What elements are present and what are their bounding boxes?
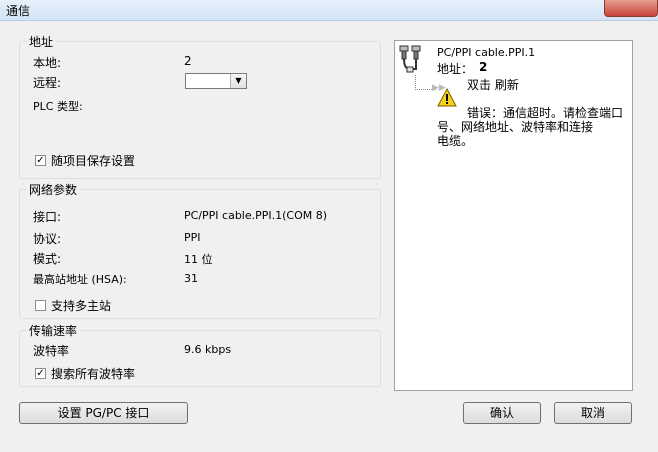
- window-title: 通信: [6, 4, 31, 18]
- network-tree-panel[interactable]: PC/PPI cable.PPI.1 地址： 2 ▶▶ 双击 刷新 错误：通信超…: [394, 40, 633, 391]
- device-address-label: 地址：: [437, 62, 474, 76]
- ppi-cable-icon: [399, 45, 427, 75]
- address-group: 地址 本地: 2 远程: ▼ PLC 类型: ✓ 随项目保存设置: [19, 33, 381, 179]
- title-bar: 通信: [0, 0, 658, 21]
- address-group-title: 地址: [26, 33, 57, 50]
- mode-label: 模式:: [33, 252, 62, 266]
- multi-master-label[interactable]: 支持多主站: [51, 297, 111, 314]
- remote-label: 远程:: [33, 76, 62, 90]
- network-group: 网络参数 接口: PC/PPI cable.PPI.1(COM 8) 协议: P…: [19, 181, 381, 319]
- multi-master-checkbox[interactable]: [35, 300, 46, 311]
- ok-button[interactable]: 确认: [463, 402, 541, 424]
- save-with-project-checkbox[interactable]: ✓: [35, 155, 46, 166]
- error-text-line-3: 电缆。: [437, 134, 474, 148]
- dialog-body: 地址 本地: 2 远程: ▼ PLC 类型: ✓ 随项目保存设置 网络参数 接口…: [0, 21, 658, 452]
- baud-group-title: 传输速率: [26, 322, 81, 339]
- interface-label: 接口:: [33, 210, 62, 224]
- network-group-title: 网络参数: [26, 181, 81, 198]
- protocol-value: PPI: [184, 231, 201, 244]
- refresh-label[interactable]: 双击 刷新: [467, 76, 519, 93]
- device-name: PC/PPI cable.PPI.1: [437, 46, 536, 59]
- local-label: 本地:: [33, 56, 62, 70]
- hsa-value: 31: [184, 272, 198, 285]
- save-with-project-label[interactable]: 随项目保存设置: [51, 152, 135, 169]
- cancel-button[interactable]: 取消: [554, 402, 632, 424]
- mode-value: 11 位: [184, 253, 213, 266]
- interface-value: PC/PPI cable.PPI.1(COM 8): [184, 209, 328, 222]
- close-button[interactable]: [604, 0, 658, 17]
- chevron-down-icon[interactable]: ▼: [230, 74, 246, 88]
- local-value: 2: [184, 54, 192, 68]
- hsa-label: 最高站地址 (HSA):: [33, 273, 127, 286]
- protocol-label: 协议:: [33, 232, 62, 246]
- baud-value: 9.6 kbps: [184, 343, 232, 356]
- device-address-value: 2: [479, 60, 488, 74]
- baud-group: 传输速率 波特率 9.6 kbps ✓ 搜索所有波特率: [19, 322, 381, 387]
- warning-icon: [437, 87, 457, 107]
- baud-label: 波特率: [33, 344, 70, 358]
- remote-address-dropdown[interactable]: ▼: [185, 73, 247, 89]
- search-all-baud-checkbox[interactable]: ✓: [35, 368, 46, 379]
- set-pgpc-interface-button[interactable]: 设置 PG/PC 接口: [19, 402, 188, 424]
- search-all-baud-label[interactable]: 搜索所有波特率: [51, 365, 135, 382]
- plc-type-label: PLC 类型:: [33, 100, 83, 113]
